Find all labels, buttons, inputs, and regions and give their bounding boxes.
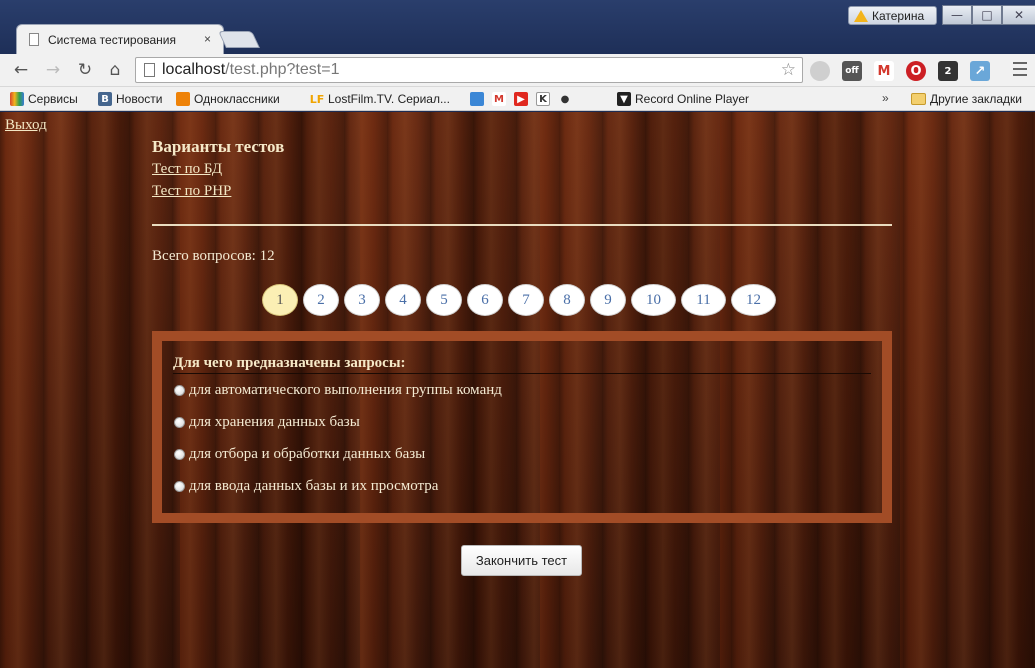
bookmark-label-services: Сервисы bbox=[28, 92, 78, 106]
question-button-6[interactable]: 6 bbox=[467, 284, 503, 316]
gmail-icon[interactable]: M bbox=[874, 61, 894, 81]
tab-title: Система тестирования bbox=[48, 32, 176, 47]
bookmark-label-news: Новости bbox=[116, 92, 163, 106]
record-icon: ▼ bbox=[617, 92, 631, 106]
question-button-5[interactable]: 5 bbox=[426, 284, 462, 316]
radio-button[interactable] bbox=[174, 449, 185, 460]
answer-option-3[interactable]: для отбора и обработки данных базы bbox=[174, 446, 425, 463]
bookmark-record[interactable]: ▼ Record Online Player bbox=[617, 91, 749, 107]
vk-icon: В bbox=[98, 92, 112, 106]
bookmark-odnoklassniki[interactable]: Одноклассники bbox=[176, 91, 280, 107]
answer-label-4: для ввода данных базы и их просмотра bbox=[189, 478, 439, 494]
radio-button[interactable] bbox=[174, 417, 185, 428]
maximize-button[interactable]: □ bbox=[972, 5, 1002, 25]
other-bookmarks-folder[interactable]: Другие закладки bbox=[911, 91, 1022, 107]
home-icon[interactable]: ⌂ bbox=[104, 59, 126, 81]
question-button-7[interactable]: 7 bbox=[508, 284, 544, 316]
test-link-php[interactable]: Тест по PHP bbox=[152, 183, 231, 200]
question-button-4[interactable]: 4 bbox=[385, 284, 421, 316]
bookmark-services[interactable]: Сервисы bbox=[10, 91, 78, 107]
apps-icon bbox=[10, 92, 24, 106]
k-icon: K bbox=[536, 92, 550, 106]
bookmark-star-icon[interactable]: ☆ bbox=[781, 60, 796, 80]
answer-option-4[interactable]: для ввода данных базы и их просмотра bbox=[174, 478, 438, 495]
question-text: Для чего предназначены запросы: bbox=[173, 355, 871, 374]
close-window-button[interactable]: ✕ bbox=[1002, 5, 1035, 25]
opera-icon[interactable]: O bbox=[906, 61, 926, 81]
bomb-icon: ● bbox=[558, 92, 572, 106]
chart-extension-icon[interactable]: ↗ bbox=[970, 61, 990, 81]
reload-icon[interactable]: ↻ bbox=[74, 59, 96, 81]
odnoklassniki-icon bbox=[176, 92, 190, 106]
question-button-1[interactable]: 1 bbox=[262, 284, 298, 316]
profile-name: Катерина bbox=[872, 8, 925, 23]
question-button-9[interactable]: 9 bbox=[590, 284, 626, 316]
question-button-11[interactable]: 11 bbox=[681, 284, 726, 316]
answer-label-1: для автоматического выполнения группы ко… bbox=[189, 382, 502, 398]
browser-tab[interactable]: Система тестирования × bbox=[16, 24, 224, 54]
total-questions: Всего вопросов: 12 bbox=[152, 248, 275, 264]
bookmark-label-odnoklassniki: Одноклассники bbox=[194, 92, 280, 106]
finish-test-button[interactable]: Закончить тест bbox=[461, 545, 582, 576]
window-titlebar: Катерина — □ ✕ Система тестирования × bbox=[0, 0, 1035, 54]
minimize-button[interactable]: — bbox=[942, 5, 972, 25]
extension-adblock-icon[interactable] bbox=[810, 61, 830, 81]
forward-arrow-icon[interactable]: → bbox=[42, 59, 64, 81]
address-bar[interactable]: localhost /test.php?test=1 ☆ bbox=[135, 57, 803, 83]
test-link-db[interactable]: Тест по БД bbox=[152, 161, 222, 178]
back-arrow-icon[interactable]: ← bbox=[10, 59, 32, 81]
question-navigation: 1 2 3 4 5 6 7 8 9 10 11 12 bbox=[262, 284, 776, 316]
answer-option-1[interactable]: для автоматического выполнения группы ко… bbox=[174, 382, 502, 399]
bookmark-news[interactable]: В Новости bbox=[98, 91, 162, 107]
page-content: Выход Варианты тестов Тест по БД Тест по… bbox=[0, 112, 1035, 668]
answer-label-2: для хранения данных базы bbox=[189, 414, 360, 430]
mail-icon bbox=[470, 92, 484, 106]
question-button-10[interactable]: 10 bbox=[631, 284, 676, 316]
url-path: /test.php?test=1 bbox=[225, 61, 340, 78]
tab-close-icon[interactable]: × bbox=[204, 32, 211, 46]
logout-link[interactable]: Выход bbox=[5, 117, 47, 134]
folder-icon bbox=[911, 93, 926, 105]
radio-button[interactable] bbox=[174, 385, 185, 396]
bookmark-label-record: Record Online Player bbox=[635, 92, 750, 106]
other-bookmarks-label: Другие закладки bbox=[930, 92, 1022, 106]
warning-icon bbox=[854, 9, 868, 22]
answer-label-3: для отбора и обработки данных базы bbox=[189, 446, 426, 462]
window-controls: — □ ✕ bbox=[942, 5, 1035, 25]
extension-off-icon[interactable]: off bbox=[842, 61, 862, 81]
extension-counter-icon[interactable]: 2 bbox=[938, 61, 958, 81]
profile-badge[interactable]: Катерина bbox=[848, 6, 937, 25]
browser-toolbar: ← → ↻ ⌂ localhost /test.php?test=1 ☆ off… bbox=[0, 54, 1035, 87]
gmail-bookmark-icon: M bbox=[492, 92, 506, 106]
new-tab-button[interactable] bbox=[218, 31, 260, 48]
more-bookmarks-chevron[interactable]: » bbox=[882, 91, 889, 105]
question-button-3[interactable]: 3 bbox=[344, 284, 380, 316]
tests-heading: Варианты тестов bbox=[152, 137, 285, 156]
question-button-2[interactable]: 2 bbox=[303, 284, 339, 316]
page-icon bbox=[144, 63, 155, 77]
bookmark-label-lostfilm: LostFilm.TV. Сериал... bbox=[328, 92, 450, 106]
divider bbox=[152, 224, 892, 226]
bookmark-lostfilm[interactable]: LF LostFilm.TV. Сериал... bbox=[310, 91, 450, 107]
bookmark-icons-group[interactable]: M ▶ K ● bbox=[470, 91, 572, 107]
lostfilm-icon: LF bbox=[309, 92, 325, 106]
youtube-icon: ▶ bbox=[514, 92, 528, 106]
bookmarks-bar: Сервисы В Новости Одноклассники LF LostF… bbox=[0, 87, 1035, 111]
question-button-12[interactable]: 12 bbox=[731, 284, 776, 316]
document-icon bbox=[29, 33, 39, 46]
radio-button[interactable] bbox=[174, 481, 185, 492]
question-button-8[interactable]: 8 bbox=[549, 284, 585, 316]
menu-icon[interactable] bbox=[1013, 62, 1027, 76]
url-host: localhost bbox=[162, 61, 226, 78]
answer-option-2[interactable]: для хранения данных базы bbox=[174, 414, 360, 431]
